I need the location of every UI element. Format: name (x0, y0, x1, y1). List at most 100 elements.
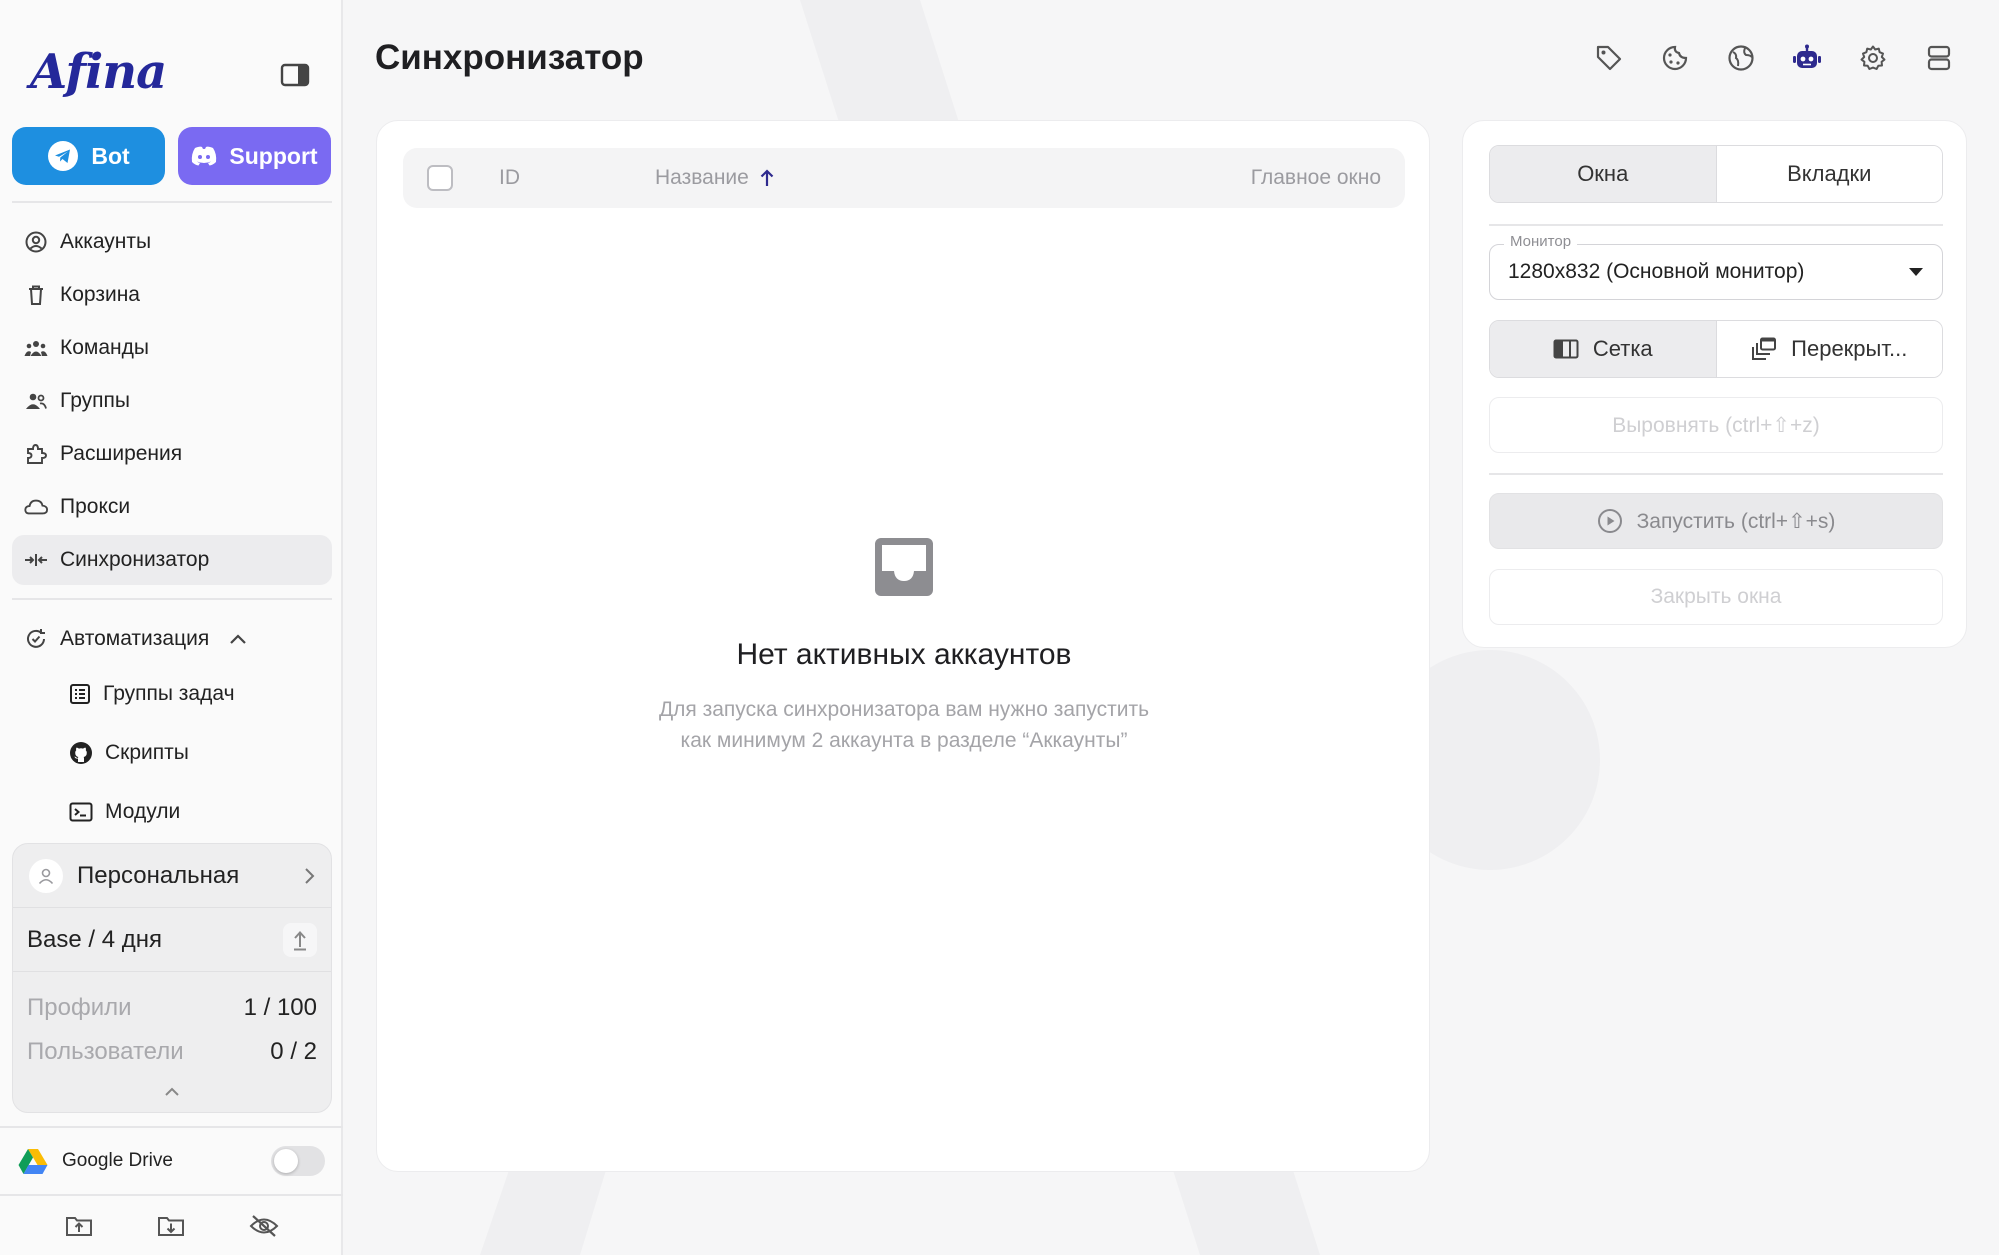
sidebar-item-extensions[interactable]: Расширения (12, 429, 332, 479)
toggle-knob (274, 1149, 298, 1173)
terminal-icon (69, 802, 93, 822)
empty-state: Нет активных аккаунтов Для запуска синхр… (377, 536, 1431, 756)
sidebar-item-label: Прокси (60, 495, 131, 518)
stat-value: 0 / 2 (270, 1038, 317, 1065)
bot-button[interactable]: Bot (12, 127, 165, 185)
plan-card: Персональная Base / 4 дня Профили 1 / 10… (12, 843, 332, 1113)
sync-icon (24, 548, 48, 572)
layout-mode-switch: Сетка Перекрыт... (1489, 320, 1943, 378)
sidebar-item-label: Корзина (60, 283, 140, 306)
sidebar-item-teams[interactable]: Команды (12, 323, 332, 373)
sidebar-item-label: Синхронизатор (60, 548, 210, 571)
empty-state-description: Для запуска синхронизатора вам нужно зап… (658, 698, 1150, 752)
cookie-icon[interactable] (1659, 42, 1691, 74)
controls-divider (1489, 473, 1943, 475)
user-icon (29, 858, 63, 893)
app-logo: Afina (30, 44, 167, 100)
globe-icon[interactable] (1725, 42, 1757, 74)
inbox-icon (873, 536, 935, 598)
logo-row: Afina (30, 44, 310, 106)
puzzle-icon (24, 442, 48, 466)
column-header-main-window[interactable]: Главное окно (1251, 166, 1381, 190)
sort-ascending-icon (759, 168, 775, 188)
automation-toggle[interactable]: Автоматизация (12, 614, 332, 664)
sidebar-item-accounts[interactable]: Аккаунты (12, 217, 332, 267)
cloud-icon (24, 495, 48, 519)
automation-label: Автоматизация (60, 627, 210, 650)
chevron-up-icon (164, 1087, 180, 1097)
close-windows-button[interactable]: Закрыть окна (1489, 569, 1943, 625)
sidebar-item-task-groups[interactable]: Группы задач (12, 664, 332, 723)
accounts-table-card: ID Название Главное окно Нет активных ак… (376, 120, 1430, 1172)
layout-option-label: Сетка (1592, 336, 1653, 361)
layout-option-label: Перекрыт... (1791, 336, 1908, 361)
users-stat: Пользователи 0 / 2 (13, 1030, 331, 1074)
align-windows-button[interactable]: Выровнять (ctrl+⇧+z) (1489, 397, 1943, 453)
start-sync-label: Запустить (ctrl+⇧+s) (1636, 509, 1836, 533)
sub-item-label: Группы задач (103, 681, 235, 705)
layout-overlap-option[interactable]: Перекрыт... (1715, 321, 1942, 377)
tab-windows[interactable]: Окна (1490, 146, 1716, 202)
plan-tier: Base / 4 дня (27, 925, 162, 953)
account-circle-icon (24, 230, 48, 254)
upload-arrow-icon (293, 929, 307, 951)
align-windows-label: Выровнять (ctrl+⇧+z) (1612, 413, 1820, 437)
automation-icon (24, 627, 48, 651)
layout-grid-option[interactable]: Сетка (1490, 321, 1716, 377)
server-icon[interactable] (1923, 42, 1955, 74)
sidebar-item-modules[interactable]: Модули (12, 782, 332, 841)
chevron-right-icon (303, 867, 315, 885)
github-icon (69, 741, 93, 765)
sidebar-item-label: Расширения (60, 442, 183, 465)
sidebar-nav: Аккаунты Корзина Команды Группы Расширен… (12, 217, 332, 588)
telegram-icon (47, 140, 79, 172)
sidebar-item-proxy[interactable]: Прокси (12, 482, 332, 532)
close-windows-label: Закрыть окна (1650, 585, 1782, 608)
tab-label: Окна (1577, 161, 1629, 186)
sidebar-divider (12, 201, 332, 203)
page-title: Синхронизатор (375, 38, 644, 77)
upgrade-button[interactable] (283, 922, 317, 957)
stat-value: 1 / 100 (243, 994, 317, 1021)
windows-tabs-switch: Окна Вкладки (1489, 145, 1943, 203)
sync-controls-card: Окна Вкладки Монитор 1280x832 (Основной … (1462, 120, 1967, 648)
sidebar-item-scripts[interactable]: Скрипты (12, 723, 332, 782)
empty-state-title: Нет активных аккаунтов (736, 638, 1072, 671)
sidebar-item-groups[interactable]: Группы (12, 376, 332, 426)
tab-tabs[interactable]: Вкладки (1715, 146, 1942, 202)
monitor-select[interactable]: Монитор 1280x832 (Основной монитор) (1489, 233, 1943, 300)
google-drive-icon (18, 1148, 48, 1175)
stat-label: Профили (27, 994, 132, 1021)
column-header-name[interactable]: Название (655, 166, 1251, 190)
google-drive-row: Google Drive (0, 1126, 343, 1196)
google-drive-toggle[interactable] (271, 1146, 325, 1176)
stat-label: Пользователи (27, 1038, 184, 1065)
folder-upload-icon[interactable] (65, 1214, 93, 1238)
grid-columns-icon (1553, 339, 1579, 359)
sidebar-item-label: Группы (60, 389, 130, 412)
plan-collapse-button[interactable] (13, 1074, 331, 1110)
eye-off-icon[interactable] (249, 1214, 279, 1238)
start-sync-button[interactable]: Запустить (ctrl+⇧+s) (1489, 493, 1943, 549)
table-header: ID Название Главное окно (403, 148, 1405, 208)
settings-icon[interactable] (1857, 42, 1889, 74)
sidebar-item-synchronizer[interactable]: Синхронизатор (12, 535, 332, 585)
plan-tier-row: Base / 4 дня (13, 908, 331, 972)
profiles-stat: Профили 1 / 100 (13, 986, 331, 1030)
robot-icon[interactable] (1791, 42, 1823, 74)
chevron-up-icon (229, 633, 247, 645)
select-all-checkbox[interactable] (427, 165, 453, 191)
sub-item-label: Модули (105, 799, 181, 823)
sidebar-item-trash[interactable]: Корзина (12, 270, 332, 320)
caret-down-icon (1908, 267, 1924, 277)
sub-item-label: Скрипты (105, 740, 189, 764)
column-header-id[interactable]: ID (499, 166, 655, 190)
support-button[interactable]: Support (178, 127, 331, 185)
sidebar-toggle-icon[interactable] (280, 62, 310, 88)
trash-icon (24, 283, 48, 307)
groups-icon (24, 389, 48, 413)
tag-icon[interactable] (1593, 42, 1625, 74)
workspace-selector[interactable]: Персональная (13, 844, 331, 908)
tab-label: Вкладки (1787, 161, 1872, 186)
folder-download-icon[interactable] (157, 1214, 185, 1238)
